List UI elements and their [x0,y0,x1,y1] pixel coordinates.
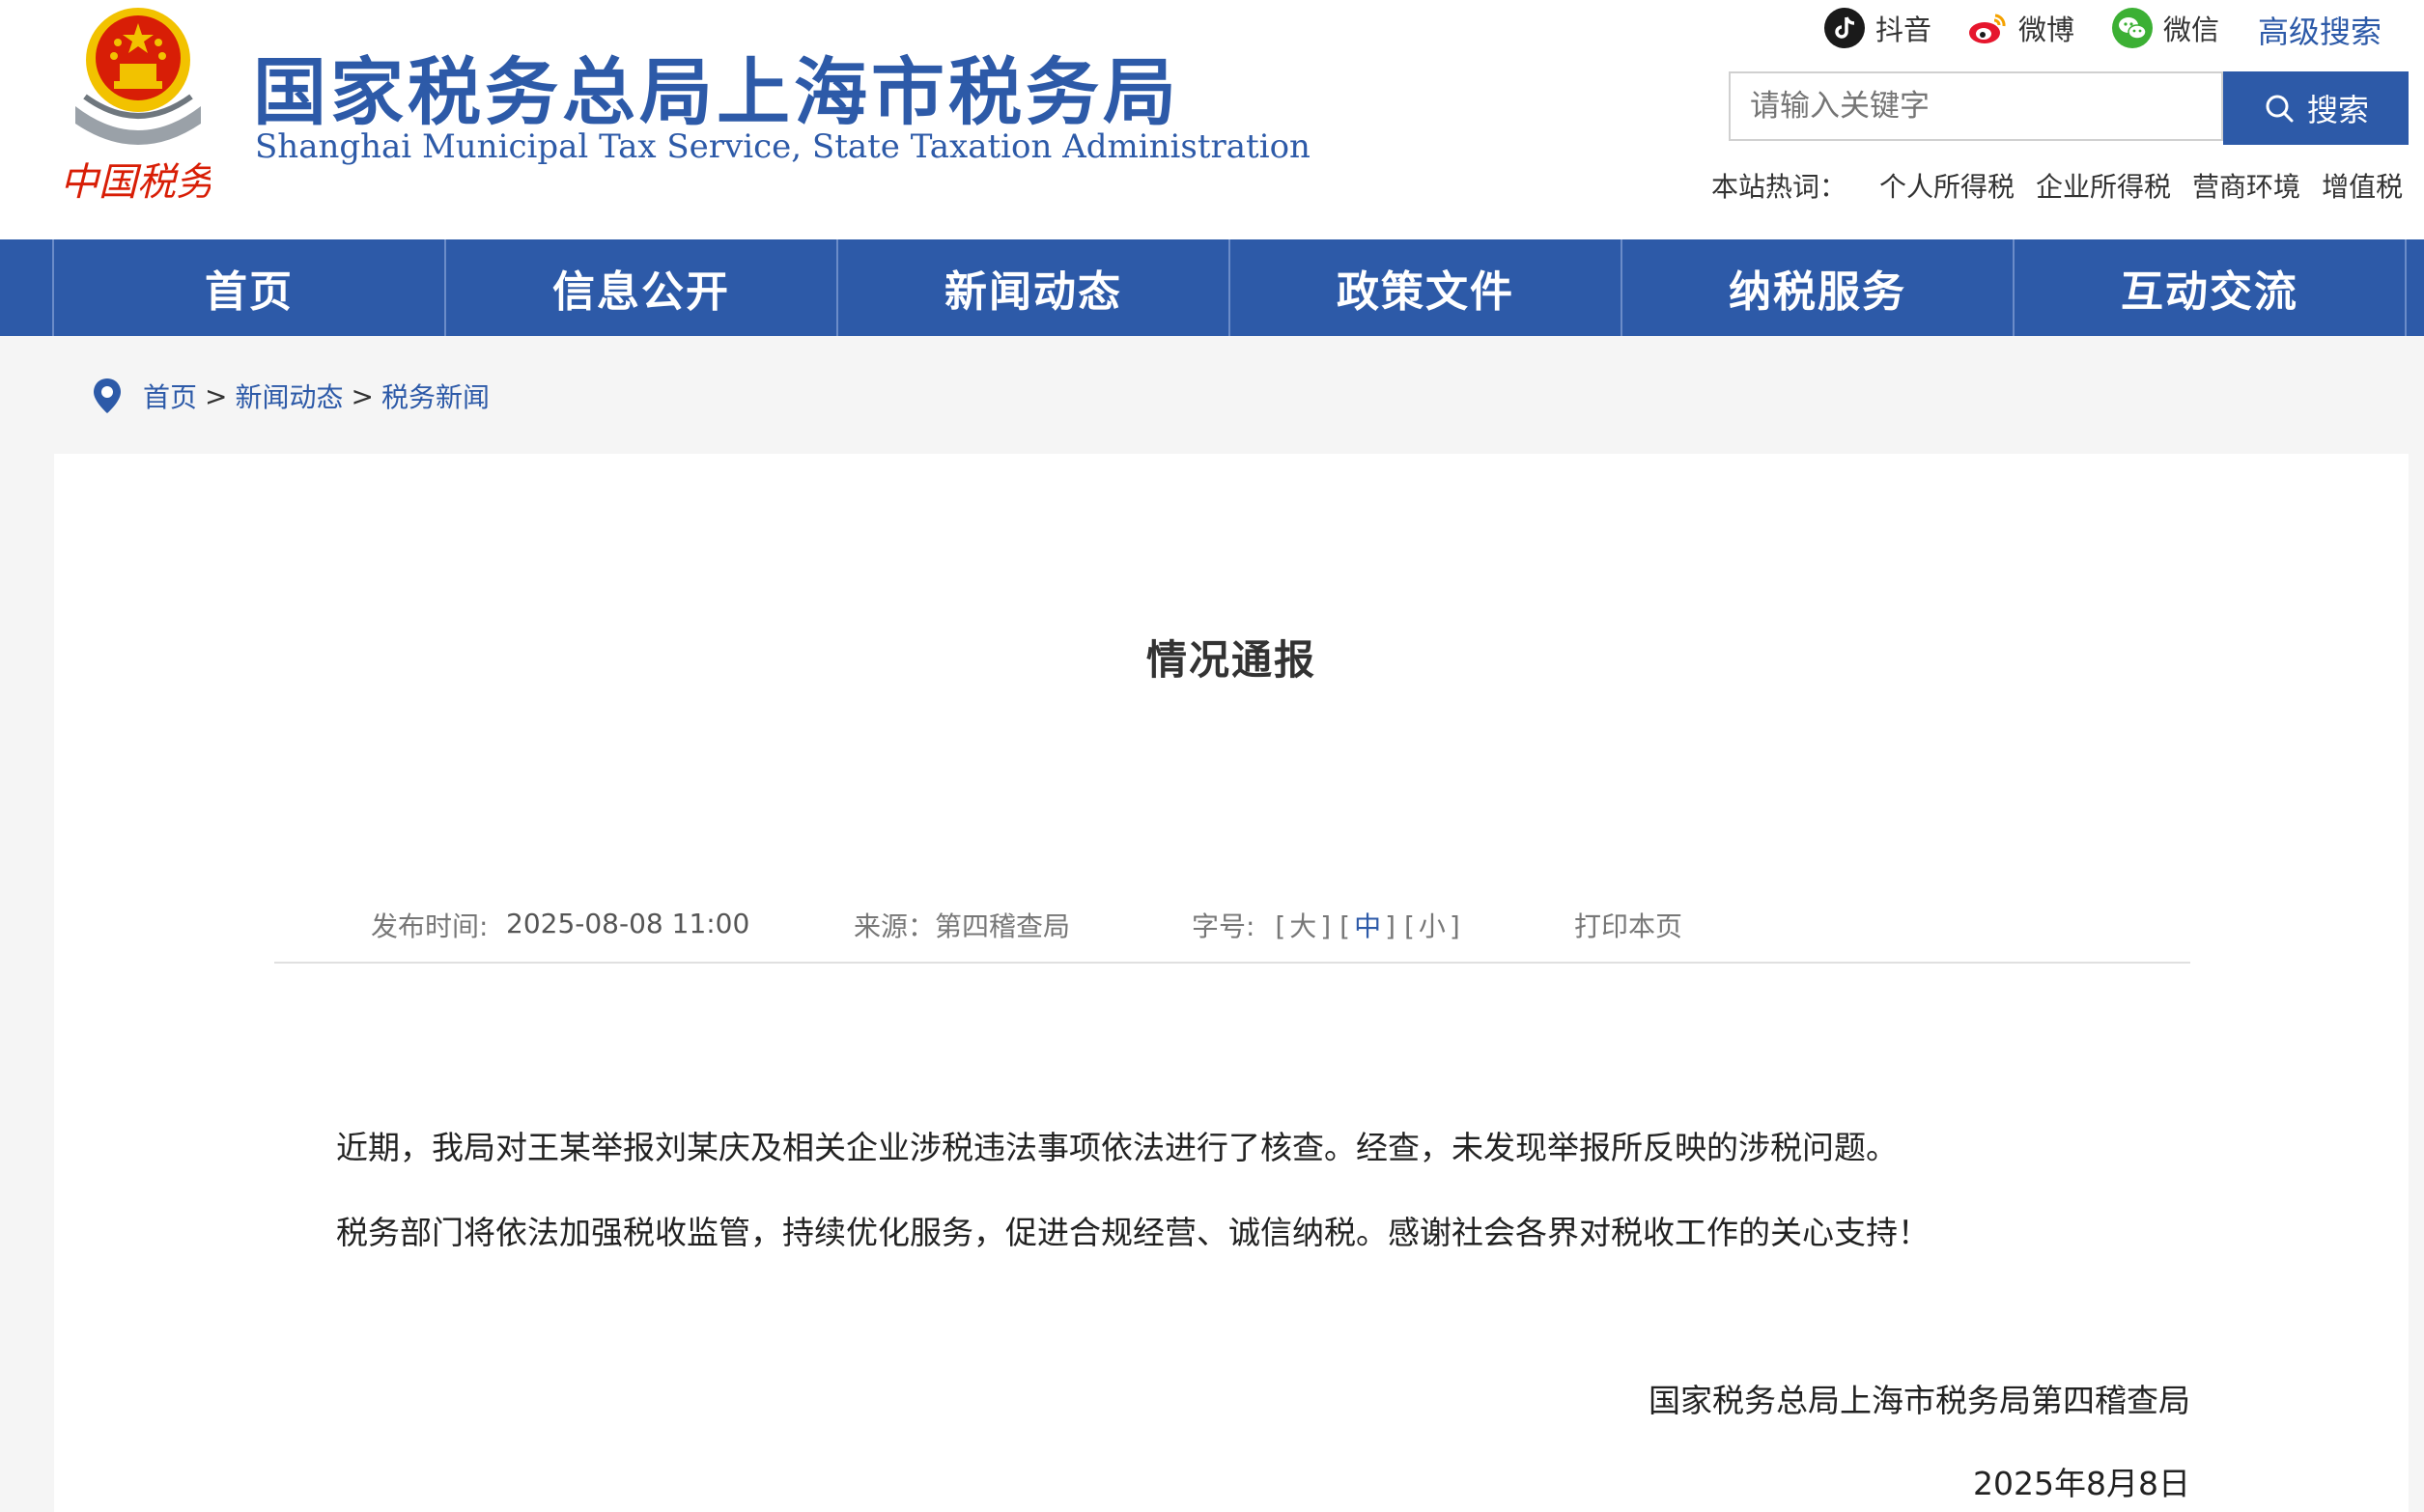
weibo-link[interactable]: 微博 [1966,6,2074,50]
article-sign-date: 2025年8月8日 [1973,1465,2190,1502]
font-size-small[interactable]: 小 [1419,910,1446,942]
font-size-label: 字号: [1192,910,1255,942]
wechat-label: 微信 [2163,14,2220,46]
hot-words: 本站热词： 个人所得税 企业所得税 营商环境 增值税 [1711,164,2424,207]
breadcrumb-separator: > [351,379,374,412]
breadcrumb-tax-news[interactable]: 税务新闻 [381,377,490,415]
print-page-link[interactable]: 打印本页 [1574,906,1682,944]
wechat-link[interactable]: 微信 [2111,6,2219,50]
article-title: 情况通报 [1145,636,1316,684]
article-source: 来源：第四稽查局 [854,910,1071,942]
national-emblem-icon[interactable] [56,0,220,154]
search-input[interactable] [1729,71,2223,141]
article-meta: 发布时间: 2025-08-08 11:00 来源：第四稽查局 字号: [大] … [274,896,2190,964]
china-tax-logo: 中国税务 [60,160,211,205]
nav-item-tax-service[interactable]: 纳税服务 [1622,239,2015,336]
nav-item-info-disclosure[interactable]: 信息公开 [446,239,838,336]
search-button-label: 搜索 [2306,93,2369,127]
site-subtitle: Shanghai Municipal Tax Service, State Ta… [255,127,1311,166]
font-size-large[interactable]: 大 [1289,910,1316,942]
hot-word-link[interactable]: 增值税 [2322,166,2403,205]
location-pin-icon [94,378,121,413]
hot-word-link[interactable]: 营商环境 [2192,166,2300,205]
site-title[interactable]: 国家税务总局上海市税务局 [253,33,1180,139]
weibo-label: 微博 [2018,14,2075,46]
main-nav: 首页 信息公开 新闻动态 政策文件 纳税服务 互动交流 [0,239,2424,336]
svg-text:中国税务: 中国税务 [60,160,211,205]
font-size-medium[interactable]: 中 [1354,910,1381,942]
article-signature: 国家税务总局上海市税务局第四稽查局 [1649,1382,2190,1419]
publish-time: 2025-08-08 11:00 [506,908,750,939]
article-paragraph: 近期，我局对王某举报刘某庆及相关企业涉税违法事项依法进行了核查。经查，未发现举报… [336,1129,1898,1166]
nav-item-news[interactable]: 新闻动态 [838,239,1230,336]
article-panel: 情况通报 发布时间: 2025-08-08 11:00 来源：第四稽查局 字号:… [54,454,2409,1512]
font-size-control: 字号: [大] [中] [小] [1192,910,1460,942]
publish-time-label: 发布时间: [371,910,489,942]
site-header: 中国税务 国家税务总局上海市税务局 Shanghai Municipal Tax… [0,0,2424,239]
breadcrumb-separator: > [205,379,228,412]
breadcrumb-news[interactable]: 新闻动态 [235,377,343,415]
douyin-icon [1824,8,1865,48]
article-paragraph: 税务部门将依法加强税收监管，持续优化服务，促进合规经营、诚信纳税。感谢社会各界对… [336,1214,1930,1251]
nav-item-interaction[interactable]: 互动交流 [2015,239,2407,336]
douyin-label: 抖音 [1875,14,1932,46]
nav-spacer [0,239,54,336]
hot-words-label: 本站热词： [1711,171,1847,203]
breadcrumb: 首页 > 新闻动态 > 税务新闻 [91,375,490,417]
hot-word-link[interactable]: 个人所得税 [1879,166,2015,205]
weibo-icon [1969,14,2006,43]
advanced-search-link[interactable]: 高级搜索 [2258,8,2382,52]
nav-item-policy[interactable]: 政策文件 [1230,239,1622,336]
search-icon [2266,95,2294,123]
douyin-link[interactable]: 抖音 [1823,6,1931,50]
nav-item-home[interactable]: 首页 [54,239,446,336]
wechat-icon [2112,8,2153,48]
hot-word-link[interactable]: 企业所得税 [2036,166,2171,205]
breadcrumb-home[interactable]: 首页 [143,377,197,415]
search-button[interactable]: 搜索 [2223,71,2409,145]
